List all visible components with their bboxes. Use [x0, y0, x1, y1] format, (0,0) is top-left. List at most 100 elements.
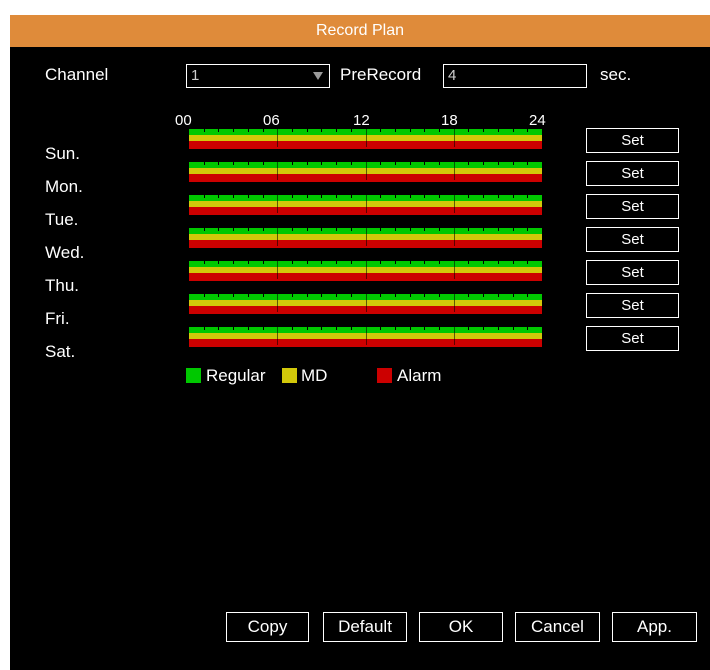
hour-tick [468, 228, 470, 231]
day-label: Wed. [45, 243, 85, 262]
set-button-sat[interactable]: Set [586, 326, 679, 351]
set-button-wed[interactable]: Set [586, 227, 679, 252]
hour-tick [394, 261, 396, 264]
hour-tick [439, 195, 441, 198]
hour-tick [527, 228, 529, 231]
hour-tick [380, 195, 382, 198]
default-button[interactable]: Default [323, 612, 407, 642]
hour-tick [277, 129, 279, 147]
schedule-timeline-wed[interactable] [189, 228, 542, 248]
hour-tick [203, 327, 205, 330]
hour-tick [527, 261, 529, 264]
set-button-tue[interactable]: Set [586, 194, 679, 219]
hour-label: 06 [263, 112, 280, 129]
hour-tick [394, 228, 396, 231]
hour-tick [336, 162, 338, 165]
hour-tick [409, 228, 411, 231]
alarm-legend-label: Alarm [397, 366, 442, 385]
hour-tick [512, 195, 514, 198]
hour-tick [336, 261, 338, 264]
hour-tick [365, 162, 367, 180]
hour-label: 00 [175, 112, 192, 129]
hour-tick [336, 327, 338, 330]
prerecord-label: PreRecord [340, 65, 422, 84]
hour-tick [262, 195, 264, 198]
hour-tick [336, 129, 338, 132]
schedule-timeline-sun[interactable] [189, 129, 542, 149]
hour-tick [262, 261, 264, 264]
channel-select[interactable]: 1 [186, 64, 330, 88]
hour-tick [291, 327, 293, 330]
hour-tick [277, 195, 279, 213]
hour-tick [453, 195, 455, 213]
hour-tick [512, 294, 514, 297]
hour-tick [468, 129, 470, 132]
prerecord-unit: sec. [600, 65, 632, 84]
hour-tick [277, 261, 279, 279]
alarm-legend-swatch [377, 368, 392, 383]
md-legend-label: MD [301, 366, 328, 385]
copy-button[interactable]: Copy [226, 612, 309, 642]
hour-tick [365, 294, 367, 312]
hour-tick [453, 162, 455, 180]
hour-tick [291, 261, 293, 264]
hour-tick [306, 195, 308, 198]
hour-tick [291, 129, 293, 132]
schedule-timeline-sat[interactable] [189, 327, 542, 347]
set-button-mon[interactable]: Set [586, 161, 679, 186]
hour-tick [218, 327, 220, 330]
hour-tick [350, 129, 352, 132]
hour-tick [453, 294, 455, 312]
schedule-timeline-mon[interactable] [189, 162, 542, 182]
hour-tick [365, 327, 367, 345]
hour-tick [321, 162, 323, 165]
hour-tick [262, 162, 264, 165]
hour-tick [380, 294, 382, 297]
hour-tick [409, 294, 411, 297]
schedule-timeline-tue[interactable] [189, 195, 542, 215]
hour-tick [218, 261, 220, 264]
hour-tick [380, 327, 382, 330]
hour-tick [380, 261, 382, 264]
hour-tick [321, 129, 323, 132]
hour-tick [233, 195, 235, 198]
hour-tick [321, 228, 323, 231]
set-button-sun[interactable]: Set [586, 128, 679, 153]
schedule-timeline-thu[interactable] [189, 261, 542, 281]
hour-tick [247, 129, 249, 132]
hour-tick [380, 162, 382, 165]
hour-tick [365, 228, 367, 246]
cancel-button[interactable]: Cancel [515, 612, 600, 642]
day-label: Sun. [45, 144, 80, 163]
hour-tick [497, 129, 499, 132]
hour-tick [247, 327, 249, 330]
regular-legend-label: Regular [206, 366, 266, 385]
hour-tick [468, 195, 470, 198]
hour-tick [512, 261, 514, 264]
hour-tick [424, 327, 426, 330]
hour-tick [365, 129, 367, 147]
hour-tick [321, 327, 323, 330]
hour-tick [468, 327, 470, 330]
apply-button[interactable]: App. [612, 612, 697, 642]
hour-tick [483, 327, 485, 330]
hour-tick [233, 327, 235, 330]
hour-tick [512, 228, 514, 231]
hour-tick [453, 129, 455, 147]
hour-tick [527, 162, 529, 165]
hour-tick [497, 228, 499, 231]
hour-tick [306, 294, 308, 297]
set-button-fri[interactable]: Set [586, 293, 679, 318]
prerecord-input[interactable]: 4 [443, 64, 587, 88]
set-button-thu[interactable]: Set [586, 260, 679, 285]
schedule-timeline-fri[interactable] [189, 294, 542, 314]
hour-tick [439, 327, 441, 330]
hour-tick [233, 129, 235, 132]
hour-tick [527, 294, 529, 297]
ok-button[interactable]: OK [419, 612, 503, 642]
record-plan-dialog: Record Plan Channel 1 PreRecord 4 sec. 0… [10, 15, 710, 670]
hour-tick [306, 162, 308, 165]
hour-tick [439, 162, 441, 165]
hour-tick [380, 129, 382, 132]
hour-tick [350, 228, 352, 231]
